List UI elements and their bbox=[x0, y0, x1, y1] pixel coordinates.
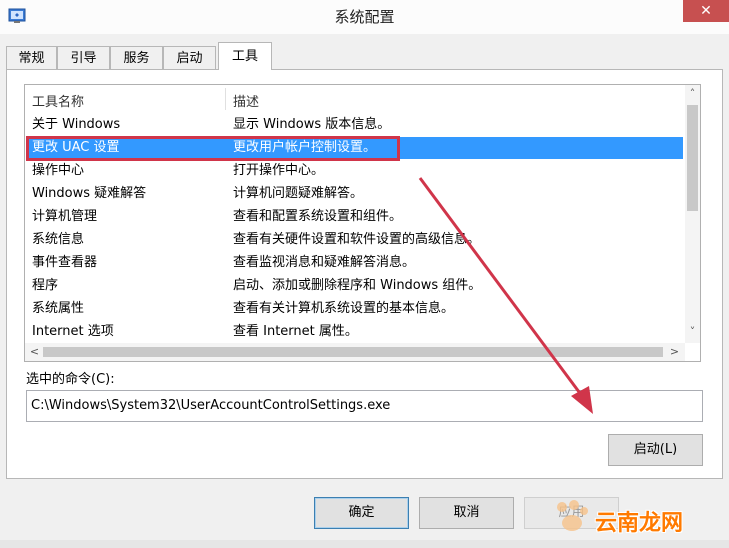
horizontal-scrollbar[interactable]: < > bbox=[25, 343, 685, 361]
scroll-left-icon[interactable]: < bbox=[27, 345, 42, 358]
tools-list[interactable]: 工具名称 描述 关于 Windows 显示 Windows 版本信息。 更改 U… bbox=[24, 84, 701, 362]
tab-general[interactable]: 常规 bbox=[6, 46, 57, 70]
selected-command-field[interactable]: C:\Windows\System32\UserAccountControlSe… bbox=[26, 390, 703, 422]
selected-command-label: 选中的命令(C): bbox=[26, 372, 115, 387]
watermark: 云南龙网 bbox=[595, 511, 684, 536]
window-title: 系统配置 bbox=[334, 8, 395, 26]
column-header-description: 描述 bbox=[233, 95, 260, 110]
vertical-scroll-thumb[interactable] bbox=[687, 105, 698, 211]
column-separator bbox=[225, 88, 226, 110]
list-item[interactable]: Windows 疑难解答 计算机问题疑难解答。 bbox=[26, 183, 683, 205]
list-item[interactable]: 系统属性 查看有关计算机系统设置的基本信息。 bbox=[26, 298, 683, 320]
list-item[interactable]: 操作中心 打开操作中心。 bbox=[26, 160, 683, 182]
scroll-right-icon[interactable]: > bbox=[667, 345, 682, 358]
column-header-name: 工具名称 bbox=[32, 95, 85, 110]
tab-services[interactable]: 服务 bbox=[110, 46, 163, 70]
tab-startup[interactable]: 启动 bbox=[163, 46, 216, 70]
title-bar: 系统配置 ✕ bbox=[0, 0, 729, 34]
tab-label: 服务 bbox=[123, 51, 150, 66]
tab-label: 常规 bbox=[18, 51, 45, 66]
list-header: 工具名称 描述 bbox=[25, 85, 685, 113]
list-item[interactable]: 系统信息 查看有关硬件设置和软件设置的高级信息。 bbox=[26, 229, 683, 251]
list-item[interactable]: 程序 启动、添加或删除程序和 Windows 组件。 bbox=[26, 275, 683, 297]
list-item[interactable]: Internet 选项 查看 Internet 属性。 bbox=[26, 321, 683, 343]
tab-label: 启动 bbox=[176, 51, 203, 66]
tab-tools[interactable]: 工具 bbox=[218, 42, 272, 70]
ok-button[interactable]: 确定 bbox=[314, 497, 409, 529]
paw-icon bbox=[557, 500, 588, 531]
launch-button[interactable]: 启动(L) bbox=[608, 434, 703, 466]
tab-label: 工具 bbox=[231, 49, 258, 64]
tab-label: 引导 bbox=[70, 51, 97, 66]
close-button[interactable]: ✕ bbox=[683, 0, 729, 22]
window-bottom-edge bbox=[0, 540, 729, 548]
close-icon: ✕ bbox=[700, 3, 712, 19]
scroll-down-icon[interactable]: ˅ bbox=[685, 325, 700, 338]
list-item[interactable]: 事件查看器 查看监视消息和疑难解答消息。 bbox=[26, 252, 683, 274]
cancel-button[interactable]: 取消 bbox=[419, 497, 514, 529]
list-item[interactable]: 计算机管理 查看和配置系统设置和组件。 bbox=[26, 206, 683, 228]
vertical-scrollbar[interactable]: ˄ ˅ bbox=[685, 85, 700, 343]
horizontal-scroll-thumb[interactable] bbox=[43, 347, 663, 357]
tab-boot[interactable]: 引导 bbox=[57, 46, 110, 70]
list-item-selected[interactable]: 更改 UAC 设置 更改用户帐户控制设置。 bbox=[26, 137, 683, 159]
list-item[interactable]: 关于 Windows 显示 Windows 版本信息。 bbox=[26, 114, 683, 136]
scroll-up-icon[interactable]: ˄ bbox=[685, 87, 700, 100]
